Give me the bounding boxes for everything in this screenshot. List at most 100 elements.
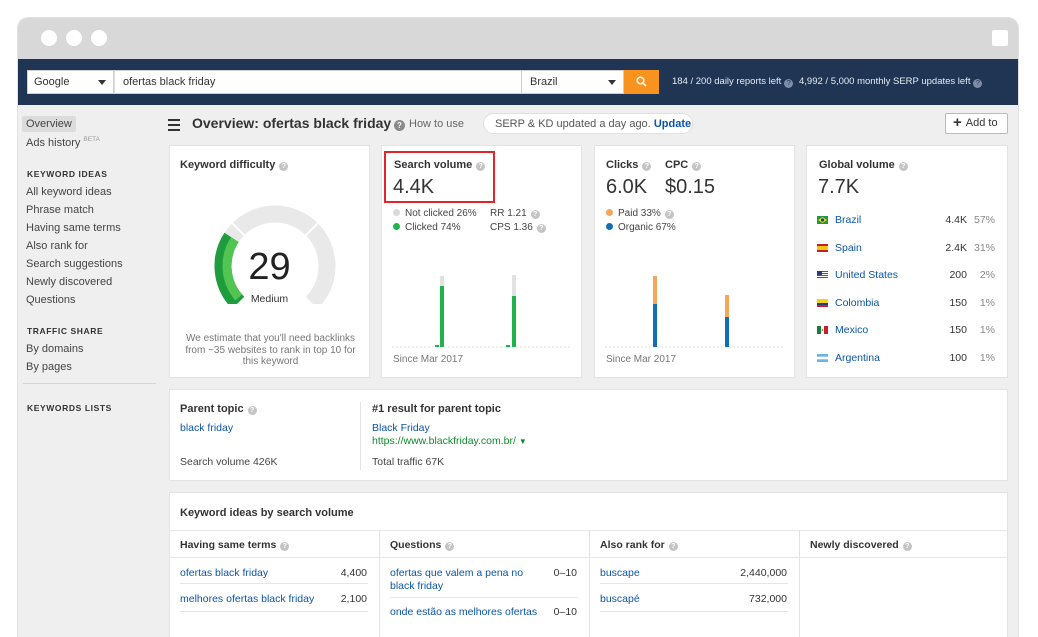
cps-text: CPS 1.36 bbox=[490, 222, 533, 233]
country-share: 57% bbox=[973, 214, 995, 226]
paid-text: Paid 33% bbox=[618, 208, 661, 219]
col-head-label: Having same terms bbox=[180, 539, 277, 551]
sidebar-item-newly-discovered[interactable]: Newly discovered bbox=[22, 274, 116, 290]
clicked-legend: Clicked 74% bbox=[393, 222, 461, 233]
legend-dot bbox=[606, 209, 613, 216]
col-head-label: Newly discovered bbox=[810, 539, 899, 551]
how-to-use-link[interactable]: ? How to use bbox=[394, 118, 464, 131]
parent-topic-link[interactable]: black friday bbox=[180, 422, 233, 434]
sidebar-item-also-rank-for[interactable]: Also rank for bbox=[22, 238, 92, 254]
help-icon[interactable]: ? bbox=[973, 79, 983, 88]
sidebar-item-search-suggestions[interactable]: Search suggestions bbox=[22, 256, 127, 272]
parent-topic-volume: Search volume 426K bbox=[180, 456, 278, 468]
clicks-bar-paid bbox=[725, 295, 729, 317]
sidebar-item-questions[interactable]: Questions bbox=[22, 292, 80, 308]
help-icon[interactable]: ? bbox=[536, 224, 546, 233]
volume-bar-clicked bbox=[435, 345, 439, 347]
idea-keyword-volume: 2,100 bbox=[340, 593, 367, 605]
question-icon: ? bbox=[394, 120, 405, 131]
brazil-flag-icon bbox=[817, 216, 828, 224]
window-dot-2[interactable] bbox=[66, 30, 82, 46]
cpc-label: CPC bbox=[665, 159, 689, 171]
sidebar-item-phrase-match[interactable]: Phrase match bbox=[22, 202, 98, 218]
clicks-bar-paid bbox=[653, 276, 657, 304]
window-dot-1[interactable] bbox=[41, 30, 57, 46]
page-title: Overview: ofertas black friday bbox=[192, 115, 392, 131]
help-icon[interactable]: ? bbox=[784, 79, 794, 88]
country-name: United States bbox=[835, 269, 899, 281]
add-to-button[interactable]: + Add to bbox=[945, 113, 1008, 134]
global-volume-title: Global volume? bbox=[819, 159, 908, 171]
mexico-flag-icon bbox=[817, 326, 828, 334]
search-button[interactable] bbox=[624, 70, 659, 94]
idea-keyword-link[interactable]: ofertas black friday bbox=[180, 567, 268, 579]
country-volume: 2.4K bbox=[945, 242, 967, 254]
colombia-flag-icon bbox=[817, 299, 828, 307]
sidebar-item-label: By domains bbox=[26, 343, 84, 355]
volume-bar-clicked bbox=[512, 296, 516, 347]
help-icon[interactable]: ? bbox=[445, 542, 455, 551]
help-icon[interactable]: ? bbox=[642, 162, 652, 171]
sidebar-item-label: Ads history bbox=[26, 137, 81, 149]
country-volume: 200 bbox=[949, 269, 967, 281]
clicks-bar-organic bbox=[725, 317, 729, 347]
sidebar-item-ads-history[interactable]: Ads history BETA bbox=[22, 134, 104, 151]
idea-question-link[interactable]: onde estão as melhores ofertas bbox=[390, 606, 537, 618]
parent-topic-card: Parent topic? black friday Search volume… bbox=[169, 389, 1008, 481]
idea-also-rank-link[interactable]: buscapé bbox=[600, 593, 640, 605]
country-name: Mexico bbox=[835, 324, 869, 336]
sidebar-item-label: Phrase match bbox=[26, 204, 94, 216]
first-result-link[interactable]: Black Friday bbox=[372, 422, 430, 434]
clicks-since: Since Mar 2017 bbox=[606, 354, 677, 365]
traffic-share-heading: TRAFFIC SHARE bbox=[27, 326, 104, 336]
engine-select[interactable]: Google bbox=[27, 70, 114, 94]
col-head-label: Questions bbox=[390, 539, 442, 551]
sidebar-item-label: Overview bbox=[26, 118, 72, 130]
sidebar-item-overview[interactable]: Overview bbox=[22, 116, 76, 132]
browser-window: Google ofertas black friday Brazil 184 /… bbox=[18, 18, 1018, 637]
ideas-subheader-divider bbox=[170, 557, 1007, 558]
organic-text: Organic 67% bbox=[618, 222, 676, 233]
help-icon[interactable]: ? bbox=[692, 162, 702, 171]
ideas-col-head-questions: Questions? bbox=[390, 539, 455, 551]
rr-text: RR 1.21 bbox=[490, 208, 527, 219]
help-icon[interactable]: ? bbox=[530, 210, 540, 219]
first-result-url[interactable]: https://www.blackfriday.com.br/ ▼ bbox=[372, 435, 527, 447]
country-select[interactable]: Brazil bbox=[521, 70, 624, 94]
idea-question-link[interactable]: ofertas que valem a pena no black friday bbox=[390, 567, 530, 593]
help-icon[interactable]: ? bbox=[664, 210, 674, 219]
ideas-col-head-same-terms: Having same terms? bbox=[180, 539, 290, 551]
legend-dot bbox=[393, 209, 400, 216]
window-maximize-icon[interactable] bbox=[992, 30, 1008, 46]
help-icon[interactable]: ? bbox=[898, 162, 908, 171]
sidebar-item-having-same-terms[interactable]: Having same terms bbox=[22, 220, 125, 236]
help-icon[interactable]: ? bbox=[247, 406, 257, 415]
ideas-col-divider bbox=[589, 531, 590, 637]
ideas-col-head-newly-discovered: Newly discovered? bbox=[810, 539, 912, 551]
sidebar-item-by-pages[interactable]: By pages bbox=[22, 359, 76, 375]
row-divider bbox=[180, 583, 368, 584]
volume-since: Since Mar 2017 bbox=[393, 354, 464, 365]
help-icon[interactable]: ? bbox=[280, 542, 290, 551]
update-status-text: SERP & KD updated a day ago. bbox=[495, 118, 651, 130]
country-value: Brazil bbox=[530, 76, 558, 88]
volume-bar-clicked bbox=[506, 345, 510, 347]
country-name: Argentina bbox=[835, 352, 880, 364]
sidebar-item-all-keyword-ideas[interactable]: All keyword ideas bbox=[22, 184, 116, 200]
caret-down-icon[interactable]: ▼ bbox=[519, 437, 527, 446]
window-dot-3[interactable] bbox=[91, 30, 107, 46]
menu-icon[interactable] bbox=[168, 119, 180, 134]
keyword-difficulty-label: Keyword difficulty bbox=[180, 159, 276, 171]
country-name: Colombia bbox=[835, 297, 880, 309]
idea-also-rank-link[interactable]: buscape bbox=[600, 567, 640, 579]
update-link[interactable]: Update bbox=[654, 118, 691, 130]
help-icon[interactable]: ? bbox=[668, 542, 678, 551]
keyword-input[interactable]: ofertas black friday bbox=[114, 70, 522, 94]
help-icon[interactable]: ? bbox=[279, 162, 289, 171]
idea-keyword-link[interactable]: melhores ofertas black friday bbox=[180, 593, 314, 605]
sidebar-item-by-domains[interactable]: By domains bbox=[22, 341, 87, 357]
clicks-bar-organic bbox=[653, 304, 657, 347]
keyword-difficulty-card: Keyword difficulty? 29 Medium We estimat… bbox=[169, 145, 370, 378]
how-to-use-label: How to use bbox=[409, 118, 465, 130]
help-icon[interactable]: ? bbox=[902, 542, 912, 551]
